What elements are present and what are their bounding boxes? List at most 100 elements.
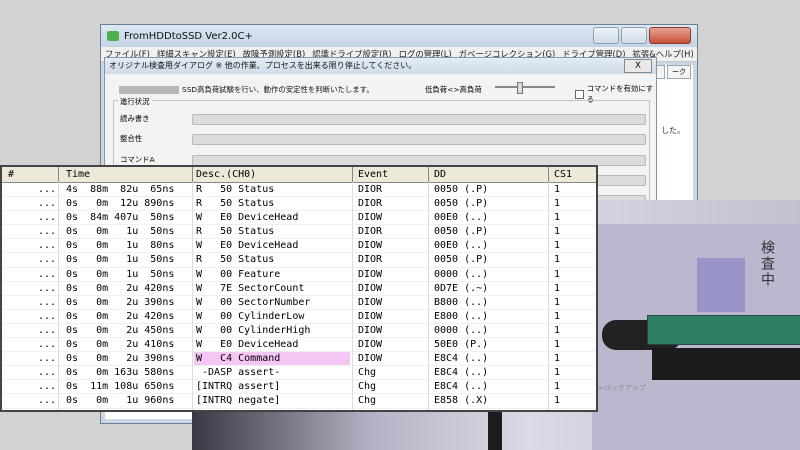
- cell-desc: R 50 Status: [196, 198, 275, 210]
- cell-event: DIOR: [358, 254, 383, 266]
- col-index[interactable]: #: [8, 169, 14, 180]
- cell-index: ...: [38, 184, 57, 195]
- col-sep[interactable]: [548, 167, 549, 182]
- cell-dd: E8C4 (..): [434, 381, 489, 393]
- cell-cs1: 1: [554, 381, 561, 393]
- table-row[interactable]: ... 0s 0m 1u 80ns W E0 DeviceHead DIOW 00E0 …: [2, 239, 596, 254]
- col-time[interactable]: Time: [66, 169, 90, 180]
- cell-event: DIOW: [358, 310, 383, 322]
- analyzer-table: # Time Desc.(CH0) Event DD CS1 ... 4s 88m…: [0, 165, 598, 412]
- inspecting-label: 検査中: [759, 240, 775, 288]
- slider-thumb[interactable]: [517, 82, 523, 94]
- cell-dd: E8C4 (..): [434, 353, 489, 365]
- grid-line: [428, 182, 429, 410]
- table-row[interactable]: ... 0s 0m 2u 390ns W C4 Command DIOW E8C4 (.…: [2, 352, 596, 367]
- progress-bar-rw: [192, 114, 646, 125]
- cell-desc: W 00 CylinderHigh: [196, 324, 311, 336]
- side-text: した。: [661, 126, 685, 135]
- app-titlebar[interactable]: FromHDDtoSSD Ver2.0C+: [101, 25, 697, 47]
- cell-cs1: 1: [554, 212, 561, 224]
- col-sep[interactable]: [192, 167, 193, 182]
- table-row[interactable]: ... 0s 0m 0u 440ns R 58 Status DIOR E858 (.X…: [2, 409, 596, 411]
- cell-event: DIOW: [358, 268, 383, 280]
- col-cs1[interactable]: CS1: [554, 169, 572, 180]
- table-row[interactable]: ... 0s 0m 1u 50ns R 50 Status DIOR 0050 (.P)…: [2, 225, 596, 240]
- table-row[interactable]: ... 0s 0m 1u 50ns W 00 Feature DIOW 0000 (..…: [2, 268, 596, 282]
- col-dd[interactable]: DD: [434, 169, 446, 180]
- cell-index: ...: [38, 395, 57, 407]
- table-row[interactable]: ... 0s 11m 108u 650ns [INTRQ assert] Chg E8C…: [2, 380, 596, 395]
- cell-desc: W 00 SectorNumber: [196, 296, 311, 308]
- dialog-close-button[interactable]: X: [624, 59, 652, 73]
- cell-time: 0s 0m 1u 50ns: [66, 226, 175, 238]
- col-sep[interactable]: [58, 167, 59, 182]
- cell-time: 0s 0m 2u 420ns: [66, 310, 175, 322]
- warning-line: SSD高負荷試験を行い、動作の安定性を判断いたします。: [119, 84, 374, 95]
- cell-time: 4s 88m 82u 65ns: [66, 184, 175, 195]
- cell-event: DIOW: [358, 282, 383, 294]
- cell-index: ...: [38, 198, 57, 210]
- cell-dd: 0050 (.P): [434, 226, 489, 238]
- close-button[interactable]: [649, 27, 691, 44]
- table-row[interactable]: ... 0s 0m 2u 450ns W 00 CylinderHigh DIOW 00…: [2, 324, 596, 339]
- table-row[interactable]: ... 0s 0m 12u 890ns R 50 Status DIOR 0050 (.…: [2, 197, 596, 212]
- grid-line: [58, 182, 59, 410]
- cell-dd: 0000 (..): [434, 268, 489, 280]
- cell-event: DIOR: [358, 184, 383, 195]
- cell-index: ...: [38, 240, 57, 252]
- col-desc[interactable]: Desc.(CH0): [196, 169, 256, 180]
- cell-event: DIOW: [358, 324, 383, 336]
- cell-desc: W E0 DeviceHead: [196, 212, 299, 224]
- cell-dd: 0D7E (.~): [434, 282, 489, 294]
- minimize-button[interactable]: [593, 27, 619, 44]
- cell-event: DIOW: [358, 353, 383, 365]
- cell-time: 0s 0m 2u 420ns: [66, 282, 175, 294]
- col-event[interactable]: Event: [358, 169, 388, 180]
- col-sep[interactable]: [352, 167, 353, 182]
- table-row[interactable]: ... 0s 0m 2u 420ns W 7E SectorCount DIOW 0D7…: [2, 282, 596, 296]
- cell-dd: E800 (..): [434, 310, 489, 322]
- photo-blur: [697, 258, 745, 312]
- col-sep[interactable]: [428, 167, 429, 182]
- table-row[interactable]: ... 0s 0m 2u 390ns W 00 SectorNumber DIOW B8…: [2, 296, 596, 310]
- table-row[interactable]: ... 0s 0m 1u 50ns R 50 Status DIOR 0050 (.P)…: [2, 253, 596, 268]
- command-checkbox[interactable]: [575, 89, 584, 99]
- cell-time: 0s 0m 2u 390ns: [66, 353, 175, 365]
- dialog-titlebar[interactable]: オリジナル検査用ダイアログ ※ 他の作業、プロセスを出来る限り停止してください。…: [105, 58, 656, 74]
- cell-time: 0s 0m 1u 50ns: [66, 254, 175, 266]
- window-controls: [593, 27, 691, 44]
- tab-2[interactable]: ーク: [667, 65, 691, 79]
- cell-index: ...: [38, 226, 57, 238]
- cell-desc: [INTRQ assert]: [196, 381, 281, 393]
- maximize-button[interactable]: [621, 27, 647, 44]
- cell-index: ...: [38, 381, 57, 393]
- progress-label-commanda: コマンドA: [120, 155, 155, 164]
- cell-cs1: 1: [554, 353, 561, 365]
- cell-dd: E8C4 (..): [434, 367, 489, 379]
- table-row[interactable]: ... 0s 84m 407u 50ns W E0 DeviceHead DIOW 00…: [2, 211, 596, 226]
- table-row[interactable]: ... 0s 0m 1u 960ns [INTRQ negate] Chg E858 (…: [2, 394, 596, 409]
- table-row[interactable]: ... 0s 0m 2u 410ns W E0 DeviceHead DIOW 50E0…: [2, 338, 596, 353]
- photo-connector: [652, 348, 800, 380]
- app-title: FromHDDtoSSD Ver2.0C+: [124, 30, 253, 42]
- cell-index: ...: [38, 324, 57, 336]
- cell-cs1: 1: [554, 240, 561, 252]
- blurred-text: [119, 85, 179, 94]
- cell-event: Chg: [358, 367, 377, 379]
- table-row[interactable]: ... 4s 88m 82u 65ns R 50 Status DIOR 0050 (.…: [2, 183, 596, 198]
- cell-time: 0s 11m 108u 650ns: [66, 381, 175, 393]
- grid-line: [352, 182, 353, 410]
- progress-group-label: 進行状況: [118, 96, 152, 107]
- grid-line: [548, 182, 549, 410]
- cell-desc: W E0 DeviceHead: [196, 240, 299, 252]
- cell-desc: W 00 Feature: [196, 268, 281, 280]
- cell-index: ...: [38, 212, 57, 224]
- cell-event: DIOW: [358, 212, 383, 224]
- cell-time: 0s 0m 2u 450ns: [66, 324, 175, 336]
- load-slider[interactable]: [495, 82, 555, 94]
- load-label: 低負荷<>高負荷: [425, 85, 482, 94]
- table-row[interactable]: ... 0s 0m 163u 580ns -DASP assert- Chg E8C4…: [2, 366, 596, 381]
- cell-time: 0s 0m 2u 410ns: [66, 339, 175, 351]
- table-row[interactable]: ... 0s 0m 2u 420ns W 00 CylinderLow DIOW E80…: [2, 310, 596, 324]
- cell-event: DIOR: [358, 226, 383, 238]
